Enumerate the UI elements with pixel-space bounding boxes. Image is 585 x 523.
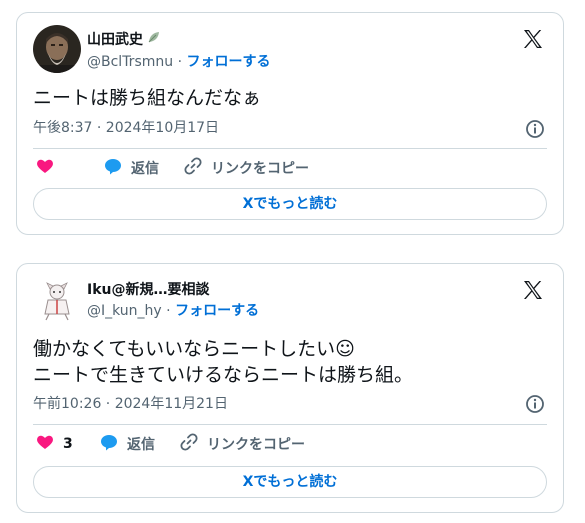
separator: ·	[166, 303, 171, 319]
reply-button[interactable]: 返信	[99, 432, 155, 456]
avatar[interactable]	[33, 25, 81, 73]
heart-icon	[35, 432, 55, 456]
copy-link-label: リンクをコピー	[207, 437, 305, 453]
display-name[interactable]: 山田武史	[87, 29, 270, 51]
display-name-text[interactable]: 山田武史	[87, 30, 143, 50]
tweet-text: ニートは勝ち組なんだなぁ	[33, 87, 262, 109]
copy-link-button[interactable]: リンクをコピー	[179, 432, 305, 456]
follow-button[interactable]: フォローする	[186, 54, 270, 70]
x-logo-icon[interactable]	[521, 27, 547, 53]
tweet-header: 山田武史 @BclTrsmnu · フォローする	[33, 25, 547, 75]
timestamp[interactable]: 午前10:26 · 2024年11月21日	[33, 394, 228, 414]
separator: ·	[177, 54, 183, 70]
leaf-icon	[146, 29, 162, 51]
info-icon[interactable]	[525, 394, 545, 414]
handle[interactable]: @BclTrsmnu	[87, 54, 173, 70]
display-name[interactable]: Iku@新規…要相談	[87, 280, 259, 300]
copy-link-button[interactable]: リンクをコピー	[183, 156, 309, 180]
copy-link-label: リンクをコピー	[211, 161, 309, 177]
like-button[interactable]	[35, 156, 63, 180]
tweet-header: Iku@新規…要相談 @I_kun_hy · フォローする	[33, 276, 547, 326]
tweet-card: Iku@新規…要相談 @I_kun_hy · フォローする 働かなくてもいいなら…	[16, 263, 564, 513]
handle[interactable]: @I_kun_hy	[87, 303, 162, 319]
reply-bubble-icon	[99, 432, 119, 456]
read-more-button[interactable]: Xでもっと読む	[33, 188, 547, 220]
read-more-button[interactable]: Xでもっと読む	[33, 466, 547, 498]
link-icon	[183, 156, 203, 180]
divider	[33, 148, 547, 149]
x-logo-icon[interactable]	[521, 278, 547, 304]
like-count: 3	[63, 436, 73, 452]
heart-icon	[35, 156, 55, 180]
reply-button[interactable]: 返信	[103, 156, 159, 180]
tweet-card: 山田武史 @BclTrsmnu · フォローする ニートは勝ち組なんだなぁ 午後…	[16, 12, 564, 235]
display-name-text[interactable]: Iku@新規…要相談	[87, 280, 210, 300]
timestamp[interactable]: 午後8:37 · 2024年10月17日	[33, 118, 219, 138]
reply-label: 返信	[131, 161, 159, 177]
action-bar: 3 返信 リンクをコピー	[33, 432, 547, 456]
action-bar: 返信 リンクをコピー	[33, 156, 547, 180]
avatar[interactable]	[33, 276, 81, 324]
divider	[33, 424, 547, 425]
info-icon[interactable]	[525, 119, 545, 139]
link-icon	[179, 432, 199, 456]
reply-label: 返信	[127, 437, 155, 453]
reply-bubble-icon	[103, 156, 123, 180]
follow-button[interactable]: フォローする	[175, 303, 259, 319]
like-button[interactable]: 3	[35, 432, 73, 456]
tweet-text: 働かなくてもいいならニートしたい☺ ニートで生きていけるならニートは勝ち組。	[33, 338, 414, 386]
